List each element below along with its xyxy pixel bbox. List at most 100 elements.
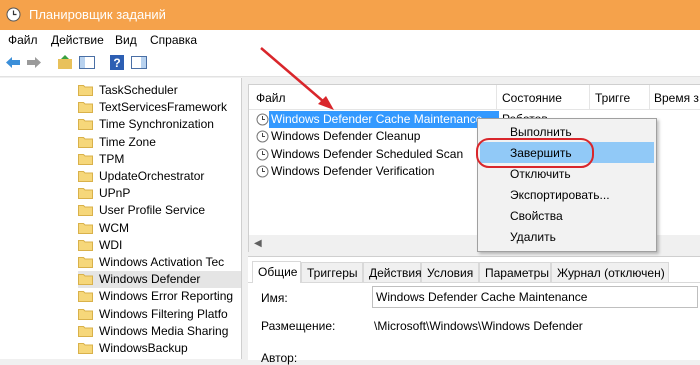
context-menu-item-label: Свойства (510, 209, 563, 223)
title-bar: Планировщик заданий (0, 0, 700, 30)
tab-general[interactable]: Общие (252, 261, 301, 283)
folder-icon (78, 188, 93, 200)
folder-icon (78, 153, 93, 165)
tree-item[interactable]: UPnP (78, 185, 241, 202)
author-label: Автор: (261, 351, 298, 365)
folder-icon (78, 239, 93, 251)
clock-icon (256, 130, 269, 143)
forward-arrow-icon[interactable] (25, 54, 43, 71)
name-label: Имя: (261, 291, 288, 305)
folder-icon (78, 205, 93, 217)
tab-actions[interactable]: Действия (363, 262, 422, 282)
menu-view[interactable]: Вид (115, 33, 137, 47)
clock-icon (6, 7, 21, 22)
folder-icon (78, 171, 93, 182)
tree-item-label: UPnP (99, 186, 131, 201)
column-triggers[interactable]: Тригге (595, 91, 630, 105)
tree-item-label: TaskScheduler (99, 83, 178, 97)
properties-pane-icon[interactable] (130, 54, 148, 71)
column-status[interactable]: Состояние (502, 91, 562, 105)
tree-item[interactable]: Windows Filtering Platfo (78, 306, 241, 323)
tree-item-label: WDI (99, 237, 123, 252)
tree-item[interactable]: Windows Media Sharing (78, 323, 241, 340)
scroll-left-icon[interactable]: ◀ (254, 238, 262, 249)
column-file[interactable]: Файл (256, 91, 286, 105)
context-menu-item[interactable]: Экспортировать... (478, 184, 656, 205)
column-time[interactable]: Время з (654, 91, 699, 105)
tree-item[interactable]: TaskScheduler (78, 82, 241, 99)
up-folder-icon[interactable] (56, 54, 74, 71)
tree-item-label: Windows Defender (99, 272, 201, 287)
help-icon[interactable]: ? (108, 54, 126, 71)
tree-item[interactable]: Time Synchronization (78, 116, 241, 133)
tab-history[interactable]: Журнал (отключен) (551, 262, 669, 282)
folder-icon (78, 325, 93, 337)
tree-item-label: Time Zone (99, 134, 156, 149)
folder-icon (78, 119, 93, 131)
task-name: Windows Defender Cleanup (271, 129, 421, 144)
folder-icon (78, 222, 93, 234)
clock-icon (256, 165, 269, 178)
folder-icon (78, 343, 93, 354)
menu-help[interactable]: Справка (150, 33, 197, 47)
context-menu-item-label: Удалить (510, 230, 556, 244)
tree-item-label: WCM (99, 220, 129, 235)
back-arrow-icon[interactable] (4, 54, 22, 71)
folder-icon (78, 102, 93, 114)
tree-item[interactable]: Windows Activation Tec (78, 254, 241, 271)
tree-item-label: UpdateOrchestrator (99, 169, 205, 183)
tab-settings[interactable]: Параметры (479, 262, 551, 282)
tree-item[interactable]: Windows Error Reporting (78, 288, 241, 305)
context-menu-item-label: Отключить (510, 167, 571, 181)
tree-item[interactable]: WindowsBackup (78, 340, 241, 357)
folder-icon (78, 274, 93, 286)
tree-item-label: Windows Activation Tec (99, 255, 225, 269)
context-menu-item-label: Экспортировать... (510, 188, 610, 202)
details-pane: Общие Триггеры Действия Условия Параметр… (248, 256, 700, 365)
tab-triggers[interactable]: Триггеры (301, 262, 363, 282)
tree-item[interactable]: UpdateOrchestrator (78, 168, 241, 185)
folder-icon (78, 257, 93, 268)
context-menu-item[interactable]: Свойства (478, 205, 656, 226)
task-name: Windows Defender Scheduled Scan (271, 146, 464, 161)
location-label: Размещение: (261, 319, 336, 333)
tree-item[interactable]: WCM (78, 220, 241, 237)
tree-item-label: TPM (99, 151, 125, 166)
window-title: Планировщик заданий (29, 7, 166, 22)
task-name-field[interactable]: Windows Defender Cache Maintenance (372, 286, 698, 308)
details-tabs: Общие Триггеры Действия Условия Параметр… (248, 261, 700, 283)
location-value: \Microsoft\Windows\Windows Defender (374, 319, 583, 333)
svg-text:?: ? (113, 56, 120, 70)
folder-icon (78, 85, 93, 96)
toolbar: ? (0, 50, 700, 77)
tree-item[interactable]: User Profile Service (78, 202, 241, 219)
tree-item[interactable]: TPM (78, 151, 241, 168)
task-list-header: Файл Состояние Тригге Время з (249, 85, 700, 110)
menu-bar: Файл Действие Вид Справка (0, 30, 700, 50)
tree-item[interactable]: Time Zone (78, 134, 241, 151)
clock-icon (256, 113, 269, 126)
console-tree-icon[interactable] (78, 54, 96, 71)
menu-file[interactable]: Файл (8, 33, 38, 47)
tree-item-label: Windows Media Sharing (99, 323, 229, 338)
tree-item-label: Windows Error Reporting (99, 289, 234, 304)
tree-item-label: WindowsBackup (99, 341, 188, 355)
menu-action[interactable]: Действие (51, 33, 104, 47)
context-menu-item[interactable]: Удалить (478, 226, 656, 247)
task-name: Windows Defender Verification (271, 163, 435, 178)
tab-conditions[interactable]: Условия (421, 262, 479, 282)
folder-icon (78, 291, 93, 303)
tree-item[interactable]: WDI (78, 237, 241, 254)
folder-tree: TaskScheduler TextServicesFramework Time S… (0, 78, 242, 359)
task-name: Windows Defender Cache Maintenance (271, 112, 483, 126)
tree-item-label: TextServicesFramework (99, 100, 228, 115)
tree-item-label: Time Synchronization (99, 117, 214, 132)
tree-item[interactable]: TextServicesFramework (78, 99, 241, 116)
tree-item-label: User Profile Service (99, 203, 206, 218)
context-menu-item-label: Выполнить (510, 125, 572, 139)
folder-icon (78, 136, 93, 148)
folder-icon (78, 308, 93, 320)
tree-item[interactable]: Windows Defender (78, 271, 241, 289)
tree-item-label: Windows Filtering Platfo (99, 306, 228, 321)
highlight-ring (476, 138, 594, 168)
